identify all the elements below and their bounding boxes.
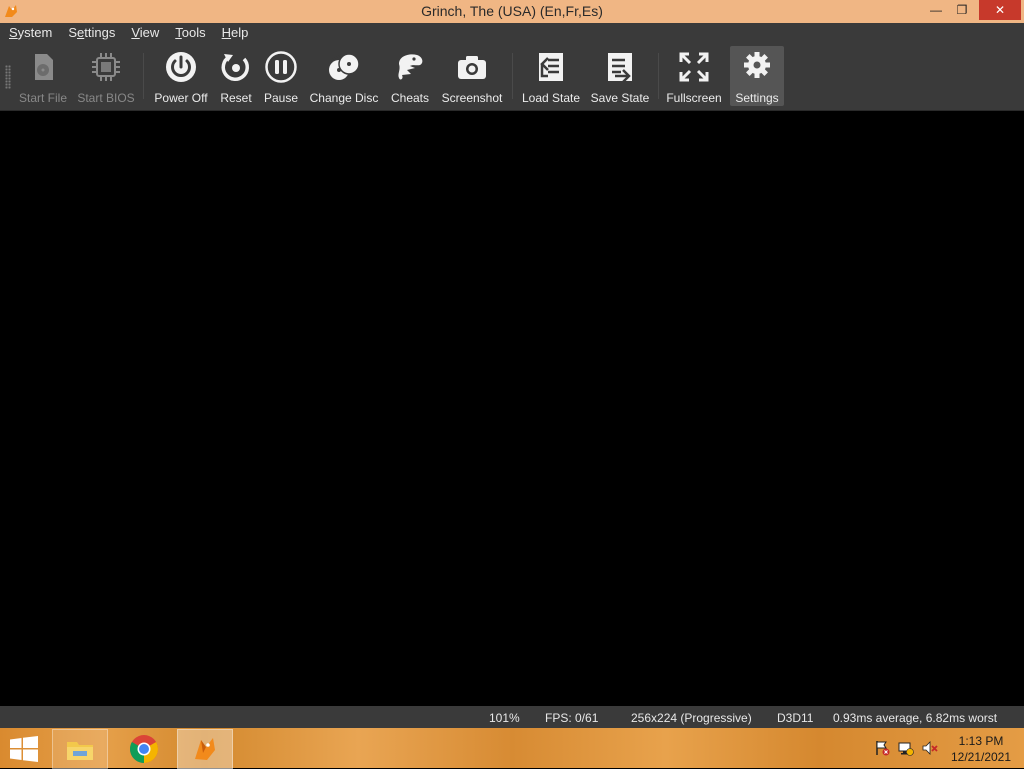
menu-view-label: View <box>131 25 160 40</box>
menu-tools[interactable]: Tools <box>166 23 212 43</box>
toolbar-separator <box>658 53 659 99</box>
disc-file-icon <box>35 54 53 80</box>
gear-icon <box>744 52 770 78</box>
taskbar-chrome[interactable] <box>116 729 172 769</box>
change-disc-button[interactable]: Change Disc <box>309 46 379 106</box>
load-state-button[interactable]: Load State <box>520 46 582 106</box>
fps-readout: FPS: 0/61 <box>545 711 599 725</box>
chrome-icon <box>130 735 158 763</box>
clock-date: 12/21/2021 <box>950 750 1012 764</box>
menu-bar: System Settings View Tools Help <box>0 23 1024 43</box>
frame-time-readout: 0.93ms average, 6.82ms worst <box>833 711 998 725</box>
reset-label: Reset <box>220 91 252 105</box>
volume-muted-icon[interactable] <box>922 740 938 756</box>
taskbar-file-explorer[interactable] <box>52 729 108 769</box>
maximize-button[interactable]: ❐ <box>949 0 975 20</box>
camera-icon <box>458 56 486 79</box>
change-disc-icon <box>329 53 360 80</box>
save-state-label: Save State <box>590 91 650 105</box>
cheats-label: Cheats <box>390 91 430 105</box>
network-icon[interactable] <box>898 740 914 756</box>
reset-button[interactable]: Reset <box>216 46 256 106</box>
start-file-button[interactable]: Start File <box>16 46 70 106</box>
menu-help[interactable]: Help <box>213 23 256 43</box>
toolbar-separator <box>143 53 144 99</box>
menu-help-label: Help <box>221 25 249 40</box>
load-state-icon <box>539 53 563 81</box>
start-file-label: Start File <box>18 91 67 105</box>
game-display[interactable] <box>0 111 1024 706</box>
settings-button[interactable]: Settings <box>730 46 784 106</box>
taskbar-duckstation[interactable] <box>177 729 233 769</box>
close-button[interactable]: ✕ <box>979 0 1021 20</box>
restore-icon: ❐ <box>956 3 968 17</box>
pause-icon <box>265 51 297 83</box>
fullscreen-icon <box>679 52 709 82</box>
load-state-label: Load State <box>521 91 581 105</box>
power-off-label: Power Off <box>154 91 208 105</box>
chip-icon <box>92 53 120 81</box>
clock-time: 1:13 PM <box>958 734 1004 748</box>
screenshot-button[interactable]: Screenshot <box>440 46 504 106</box>
menu-system[interactable]: System <box>0 23 59 43</box>
system-clock[interactable]: 1:13 PM 12/21/2021 <box>944 733 1018 765</box>
save-state-icon <box>608 53 632 83</box>
power-icon <box>166 52 196 82</box>
menu-view[interactable]: View <box>122 23 166 43</box>
file-explorer-icon <box>67 742 93 760</box>
toolbar-separator <box>512 53 513 99</box>
pause-label: Pause <box>263 91 299 105</box>
change-disc-label: Change Disc <box>309 91 379 105</box>
fullscreen-label: Fullscreen <box>666 91 722 105</box>
resolution-readout: 256x224 (Progressive) <box>631 711 752 725</box>
menu-settings[interactable]: Settings <box>59 23 122 43</box>
status-bar: 101% FPS: 0/61 256x224 (Progressive) D3D… <box>0 706 1024 728</box>
minimize-button[interactable]: — <box>923 0 949 20</box>
reset-icon <box>221 54 249 81</box>
screenshot-label: Screenshot <box>441 91 503 105</box>
title-bar[interactable]: Grinch, The (USA) (En,Fr,Es) — ❐ ✕ <box>0 0 1024 23</box>
menu-tools-label: Tools <box>175 25 206 40</box>
fullscreen-button[interactable]: Fullscreen <box>665 46 723 106</box>
windows-start-icon[interactable] <box>10 736 38 762</box>
cheats-button[interactable]: Cheats <box>387 46 433 106</box>
window-title: Grinch, The (USA) (En,Fr,Es) <box>421 3 603 19</box>
emulation-speed: 101% <box>489 711 520 725</box>
toolbar: Start File Start BIOS Power Off Reset Pa… <box>0 43 1024 111</box>
renderer-readout: D3D11 <box>777 711 814 725</box>
save-state-button[interactable]: Save State <box>589 46 651 106</box>
taskbar: 1:13 PM 12/21/2021 <box>0 728 1024 769</box>
cheats-icon <box>398 54 423 80</box>
start-bios-button[interactable]: Start BIOS <box>76 46 136 106</box>
settings-label: Settings <box>735 91 779 105</box>
toolbar-grip-handle[interactable] <box>5 65 11 89</box>
menu-system-label: System <box>9 25 53 40</box>
menu-settings-label: Settings <box>68 25 116 40</box>
pause-button[interactable]: Pause <box>261 46 301 106</box>
power-off-button[interactable]: Power Off <box>151 46 211 106</box>
start-bios-label: Start BIOS <box>77 91 135 105</box>
action-center-flag-icon[interactable] <box>874 740 890 756</box>
close-icon: ✕ <box>994 3 1006 17</box>
duckstation-icon <box>195 738 215 760</box>
minimize-icon: — <box>930 3 942 17</box>
